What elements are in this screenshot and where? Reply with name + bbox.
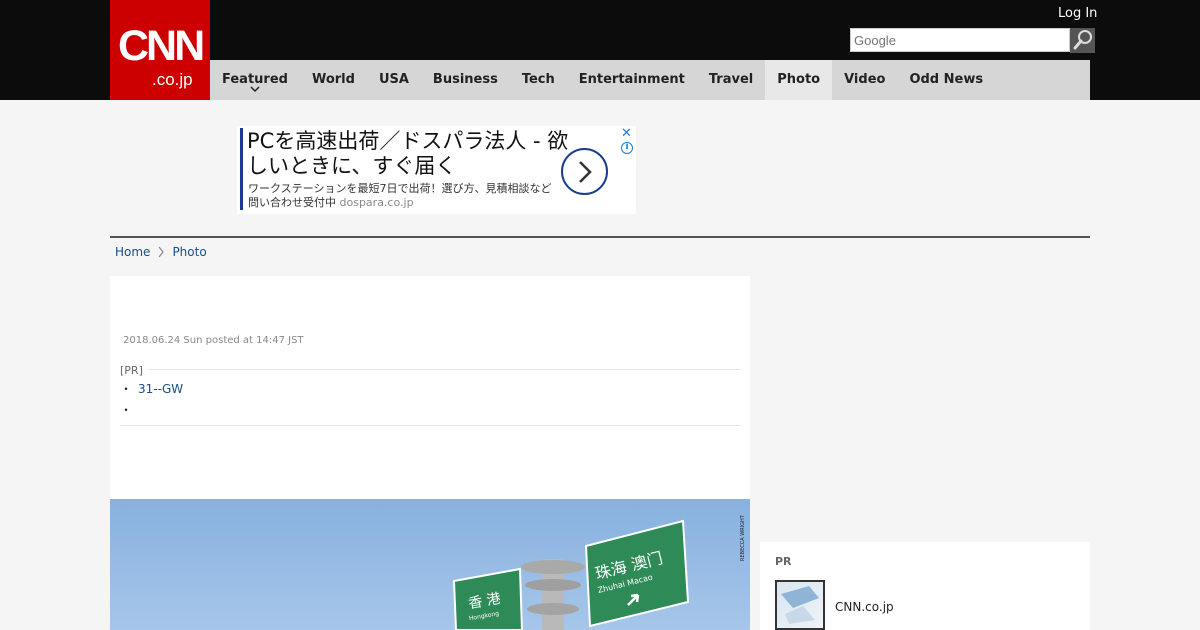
nav-item-label: World — [311, 72, 355, 87]
ad-open-button[interactable] — [561, 148, 608, 195]
ad-description: ワークステーションを最短7日で出荷！選び方、見積相談など問い合わせ受付中 dos… — [248, 182, 558, 210]
sidebar-pr-box: PR CNN.co.jp — [760, 542, 1090, 630]
cnn-logo[interactable]: CNN .co.jp — [110, 0, 210, 100]
search-button[interactable] — [1070, 28, 1095, 53]
nav-item-label: Travel — [708, 72, 754, 87]
nav-item-label: Entertainment — [578, 72, 685, 87]
chevron-down-icon — [250, 86, 260, 93]
breadcrumb-photo[interactable]: Photo — [172, 244, 206, 260]
bullet: ・ — [120, 382, 133, 396]
nav-item-video[interactable]: Video — [832, 60, 897, 100]
nav-item-business[interactable]: Business — [421, 60, 510, 100]
thumbnail-image-icon — [781, 586, 819, 624]
pr-empty-item: ・ — [120, 403, 133, 417]
pr-link-text[interactable]: 31--GW — [138, 382, 183, 396]
sidebar-pr-title: PR — [775, 555, 792, 568]
ad-close-icon[interactable]: ✕ — [621, 126, 632, 141]
ad-headline[interactable]: PCを高速出荷／ドスパラ法人 - 欲しいときに、すぐ届く — [247, 129, 577, 179]
nav-item-world[interactable]: World — [300, 60, 367, 100]
logo-main-text: CNN — [118, 22, 205, 70]
pr-link-item[interactable]: ・ 31--GW — [120, 380, 183, 397]
ad-domain[interactable]: dospara.co.jp — [340, 196, 414, 209]
breadcrumb-home[interactable]: Home — [115, 244, 150, 260]
logo-sub-text: .co.jp — [152, 70, 193, 89]
pr-divider-bottom — [120, 425, 741, 426]
login-link[interactable]: Log In — [1058, 6, 1097, 21]
ad-accent-bar — [240, 128, 243, 210]
search-icon — [1073, 30, 1092, 50]
pr-item-thumbnail[interactable] — [775, 580, 825, 630]
pr-item-name[interactable]: CNN.co.jp — [835, 600, 894, 614]
photo-credit: REBECCA WRIGHT — [740, 515, 746, 561]
nav-item-featured[interactable]: Featured — [210, 60, 300, 100]
article-photo[interactable]: 香 港 Hongkong 珠海 澳门 Zhuhai Macao REBECCA … — [110, 499, 750, 630]
ad-info-icon[interactable]: i — [621, 142, 633, 154]
nav-item-entertainment[interactable]: Entertainment — [567, 60, 697, 100]
nav-item-travel[interactable]: Travel — [697, 60, 765, 100]
nav-item-label: Tech — [521, 72, 555, 87]
nav-item-label: USA — [378, 72, 409, 87]
nav-item-odd-news[interactable]: Odd News — [897, 60, 995, 100]
nav-item-photo[interactable]: Photo — [765, 60, 833, 100]
nav-item-usa[interactable]: USA — [367, 60, 421, 100]
pr-divider-top — [120, 369, 741, 370]
ad-banner[interactable]: PCを高速出荷／ドスパラ法人 - 欲しいときに、すぐ届く ワークステーションを最… — [237, 126, 636, 214]
nav-item-label: Business — [432, 72, 498, 87]
chevron-right-icon — [579, 161, 592, 183]
nav-item-tech[interactable]: Tech — [510, 60, 567, 100]
article-card: 2018.06.24 Sun posted at 14:47 JST [PR] … — [110, 276, 750, 630]
nav-item-label: Video — [844, 72, 886, 87]
breadcrumb: Home Photo — [115, 244, 207, 260]
main-nav: Featured World USA Business Tech Enterta… — [210, 60, 1090, 100]
road-sign-photo-image: 香 港 Hongkong 珠海 澳门 Zhuhai Macao — [452, 519, 690, 630]
pr-label: [PR] — [120, 364, 149, 377]
nav-item-label: Photo — [777, 72, 821, 87]
section-divider — [110, 236, 1090, 238]
search-input[interactable] — [850, 28, 1070, 52]
nav-item-label: Odd News — [909, 72, 984, 87]
posted-timestamp: 2018.06.24 Sun posted at 14:47 JST — [123, 335, 304, 346]
chevron-right-icon — [158, 246, 165, 258]
